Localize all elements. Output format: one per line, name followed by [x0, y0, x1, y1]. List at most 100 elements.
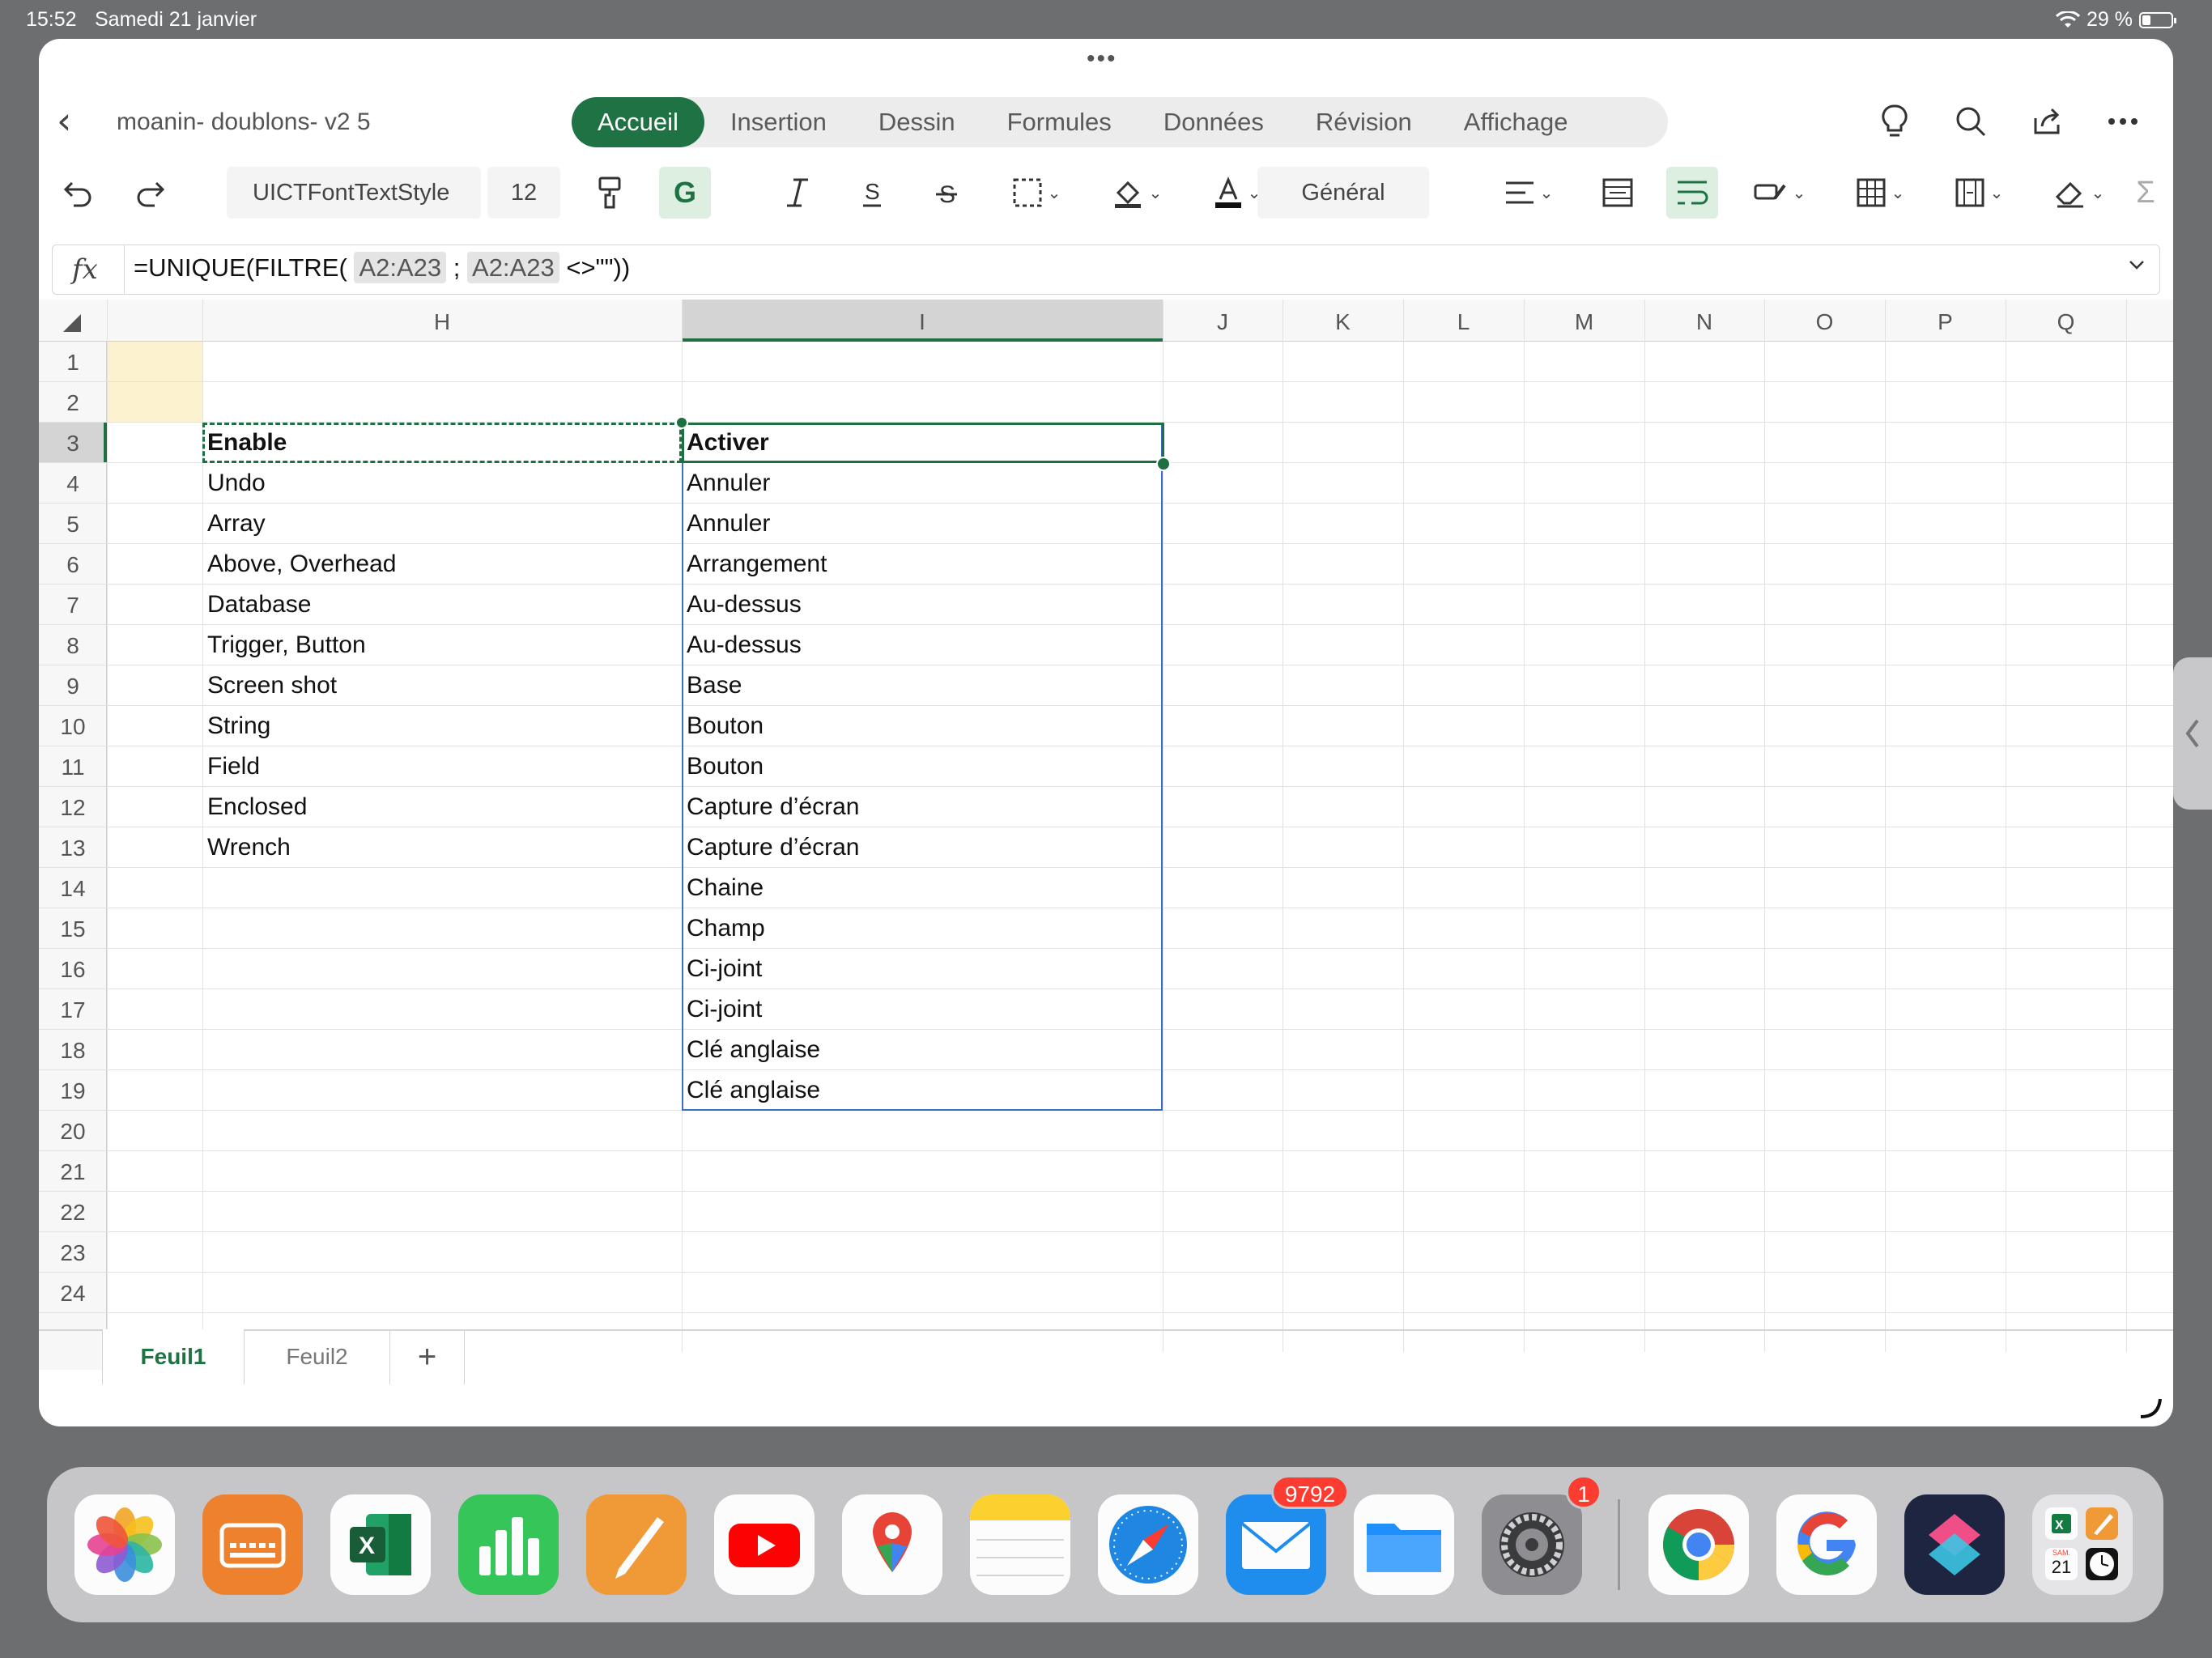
column-header-q[interactable]: Q — [2006, 309, 2126, 335]
row-header-7[interactable]: 7 — [39, 593, 107, 619]
active-cell-border[interactable] — [682, 423, 1164, 463]
italic-icon[interactable] — [777, 167, 818, 219]
selection-handle-top[interactable] — [675, 416, 688, 429]
row-header-1[interactable]: 1 — [39, 350, 107, 376]
photos-app-icon[interactable] — [74, 1494, 175, 1595]
wrap-text-icon[interactable] — [1666, 167, 1718, 219]
multitasking-grabber[interactable]: ••• — [1087, 47, 1117, 71]
cell-h5[interactable]: Array — [202, 510, 682, 538]
row-header-24[interactable]: 24 — [39, 1281, 107, 1307]
tab-formules[interactable]: Formules — [981, 97, 1138, 147]
underline-icon[interactable]: S — [852, 167, 892, 219]
fx-icon[interactable]: fx — [72, 253, 98, 286]
google-app-icon[interactable] — [1776, 1494, 1877, 1595]
row-header-21[interactable]: 21 — [39, 1159, 107, 1185]
row-header-14[interactable]: 14 — [39, 876, 107, 902]
row-header-16[interactable]: 16 — [39, 957, 107, 983]
spreadsheet-grid[interactable]: H I J K L M N O P Q 1 2 3 4 5 6 7 8 9 10 11 12 13 14 15 16 17 18 19 2… — [39, 300, 2173, 1370]
back-icon[interactable]: ‹ — [57, 102, 71, 139]
safari-app-icon[interactable] — [1098, 1494, 1198, 1595]
table-dropdown[interactable]: ⌄ — [1848, 167, 1912, 219]
resize-corner-icon[interactable] — [2138, 1394, 2163, 1420]
column-header-l[interactable]: L — [1403, 309, 1524, 335]
row-header-17[interactable]: 17 — [39, 997, 107, 1023]
excel-app-icon[interactable]: X — [330, 1494, 431, 1595]
row-header-13[interactable]: 13 — [39, 835, 107, 861]
column-header-m[interactable]: M — [1524, 309, 1644, 335]
add-sheet-button[interactable]: + — [390, 1329, 465, 1384]
share-icon[interactable] — [2029, 99, 2065, 144]
undo-icon[interactable] — [58, 167, 99, 219]
row-header-11[interactable]: 11 — [39, 755, 107, 780]
merge-cells-icon[interactable] — [1597, 167, 1639, 219]
bold-button[interactable]: G — [659, 167, 711, 219]
fill-color-dropdown[interactable]: ⌄ — [1104, 167, 1169, 219]
row-header-15[interactable]: 15 — [39, 916, 107, 942]
number-format-field[interactable]: Général — [1257, 167, 1429, 219]
column-header-o[interactable]: O — [1764, 309, 1885, 335]
formula-text[interactable]: =UNIQUE(FILTRE( A2:A23 ; A2:A23 <>"")) — [134, 252, 630, 283]
sheet-tab-feuil2[interactable]: Feuil2 — [245, 1329, 390, 1384]
chrome-app-icon[interactable] — [1648, 1494, 1749, 1595]
tab-insertion[interactable]: Insertion — [704, 97, 853, 147]
column-header-p[interactable]: P — [1885, 309, 2006, 335]
column-header-n[interactable]: N — [1644, 309, 1764, 335]
font-size-field[interactable]: 12 — [487, 167, 560, 219]
column-header-j[interactable]: J — [1163, 309, 1283, 335]
files-app-icon[interactable] — [1354, 1494, 1454, 1595]
align-dropdown[interactable]: ⌄ — [1496, 167, 1561, 219]
tab-donnees[interactable]: Données — [1138, 97, 1290, 147]
row-header-19[interactable]: 19 — [39, 1078, 107, 1104]
row-header-9[interactable]: 9 — [39, 674, 107, 699]
tab-dessin[interactable]: Dessin — [853, 97, 981, 147]
row-header-6[interactable]: 6 — [39, 552, 107, 578]
row-col-size-dropdown[interactable]: ⌄ — [1946, 167, 2011, 219]
highlighted-cell[interactable] — [108, 382, 202, 422]
cell-h12[interactable]: Enclosed — [202, 793, 682, 821]
column-header-i[interactable]: I — [682, 309, 1163, 335]
cell-h6[interactable]: Above, Overhead — [202, 551, 682, 578]
format-painter-icon[interactable] — [589, 167, 630, 219]
clear-dropdown[interactable]: ⌄ — [2047, 167, 2112, 219]
row-header-23[interactable]: 23 — [39, 1240, 107, 1266]
cell-h13[interactable]: Wrench — [202, 834, 682, 861]
strikethrough-icon[interactable]: S — [926, 167, 967, 219]
tab-accueil[interactable]: Accueil — [572, 97, 704, 147]
cell-h10[interactable]: String — [202, 712, 682, 740]
selection-handle-bottom[interactable] — [1156, 457, 1171, 471]
cell-h9[interactable]: Screen shot — [202, 672, 682, 699]
keynote-remote-app-icon[interactable] — [202, 1494, 303, 1595]
column-header-h[interactable]: H — [202, 309, 682, 335]
row-header-5[interactable]: 5 — [39, 512, 107, 538]
youtube-app-icon[interactable] — [714, 1494, 815, 1595]
search-icon[interactable] — [1953, 99, 1989, 144]
row-header-4[interactable]: 4 — [39, 471, 107, 497]
row-header-22[interactable]: 22 — [39, 1200, 107, 1226]
slide-over-handle[interactable] — [2173, 657, 2212, 810]
row-header-20[interactable]: 20 — [39, 1119, 107, 1145]
numbers-app-icon[interactable] — [458, 1494, 559, 1595]
notes-app-icon[interactable] — [970, 1494, 1070, 1595]
lightbulb-icon[interactable] — [1877, 99, 1912, 144]
more-icon[interactable] — [2105, 99, 2141, 144]
shortcuts-app-icon[interactable] — [1904, 1494, 2005, 1595]
sheet-tab-feuil1[interactable]: Feuil1 — [102, 1329, 245, 1384]
row-header-10[interactable]: 10 — [39, 714, 107, 740]
recent-apps-icon[interactable]: X SAM. 21 — [2032, 1494, 2133, 1595]
highlighted-cell[interactable] — [108, 342, 202, 381]
cell-h4[interactable]: Undo — [202, 470, 682, 497]
borders-dropdown[interactable]: ⌄ — [1004, 167, 1069, 219]
pages-app-icon[interactable] — [586, 1494, 687, 1595]
row-header-2[interactable]: 2 — [39, 390, 107, 416]
row-header-3[interactable]: 3 — [39, 431, 107, 457]
cell-h7[interactable]: Database — [202, 591, 682, 619]
settings-app-icon[interactable] — [1482, 1494, 1582, 1595]
cell-h11[interactable]: Field — [202, 753, 682, 780]
row-header-8[interactable]: 8 — [39, 633, 107, 659]
row-header-12[interactable]: 12 — [39, 795, 107, 821]
cell-h8[interactable]: Trigger, Button — [202, 631, 682, 659]
column-header-k[interactable]: K — [1283, 309, 1403, 335]
autosum-icon[interactable]: Σ — [2128, 167, 2163, 219]
tab-revision[interactable]: Révision — [1290, 97, 1438, 147]
font-name-field[interactable]: UICTFontTextStyle — [227, 167, 481, 219]
